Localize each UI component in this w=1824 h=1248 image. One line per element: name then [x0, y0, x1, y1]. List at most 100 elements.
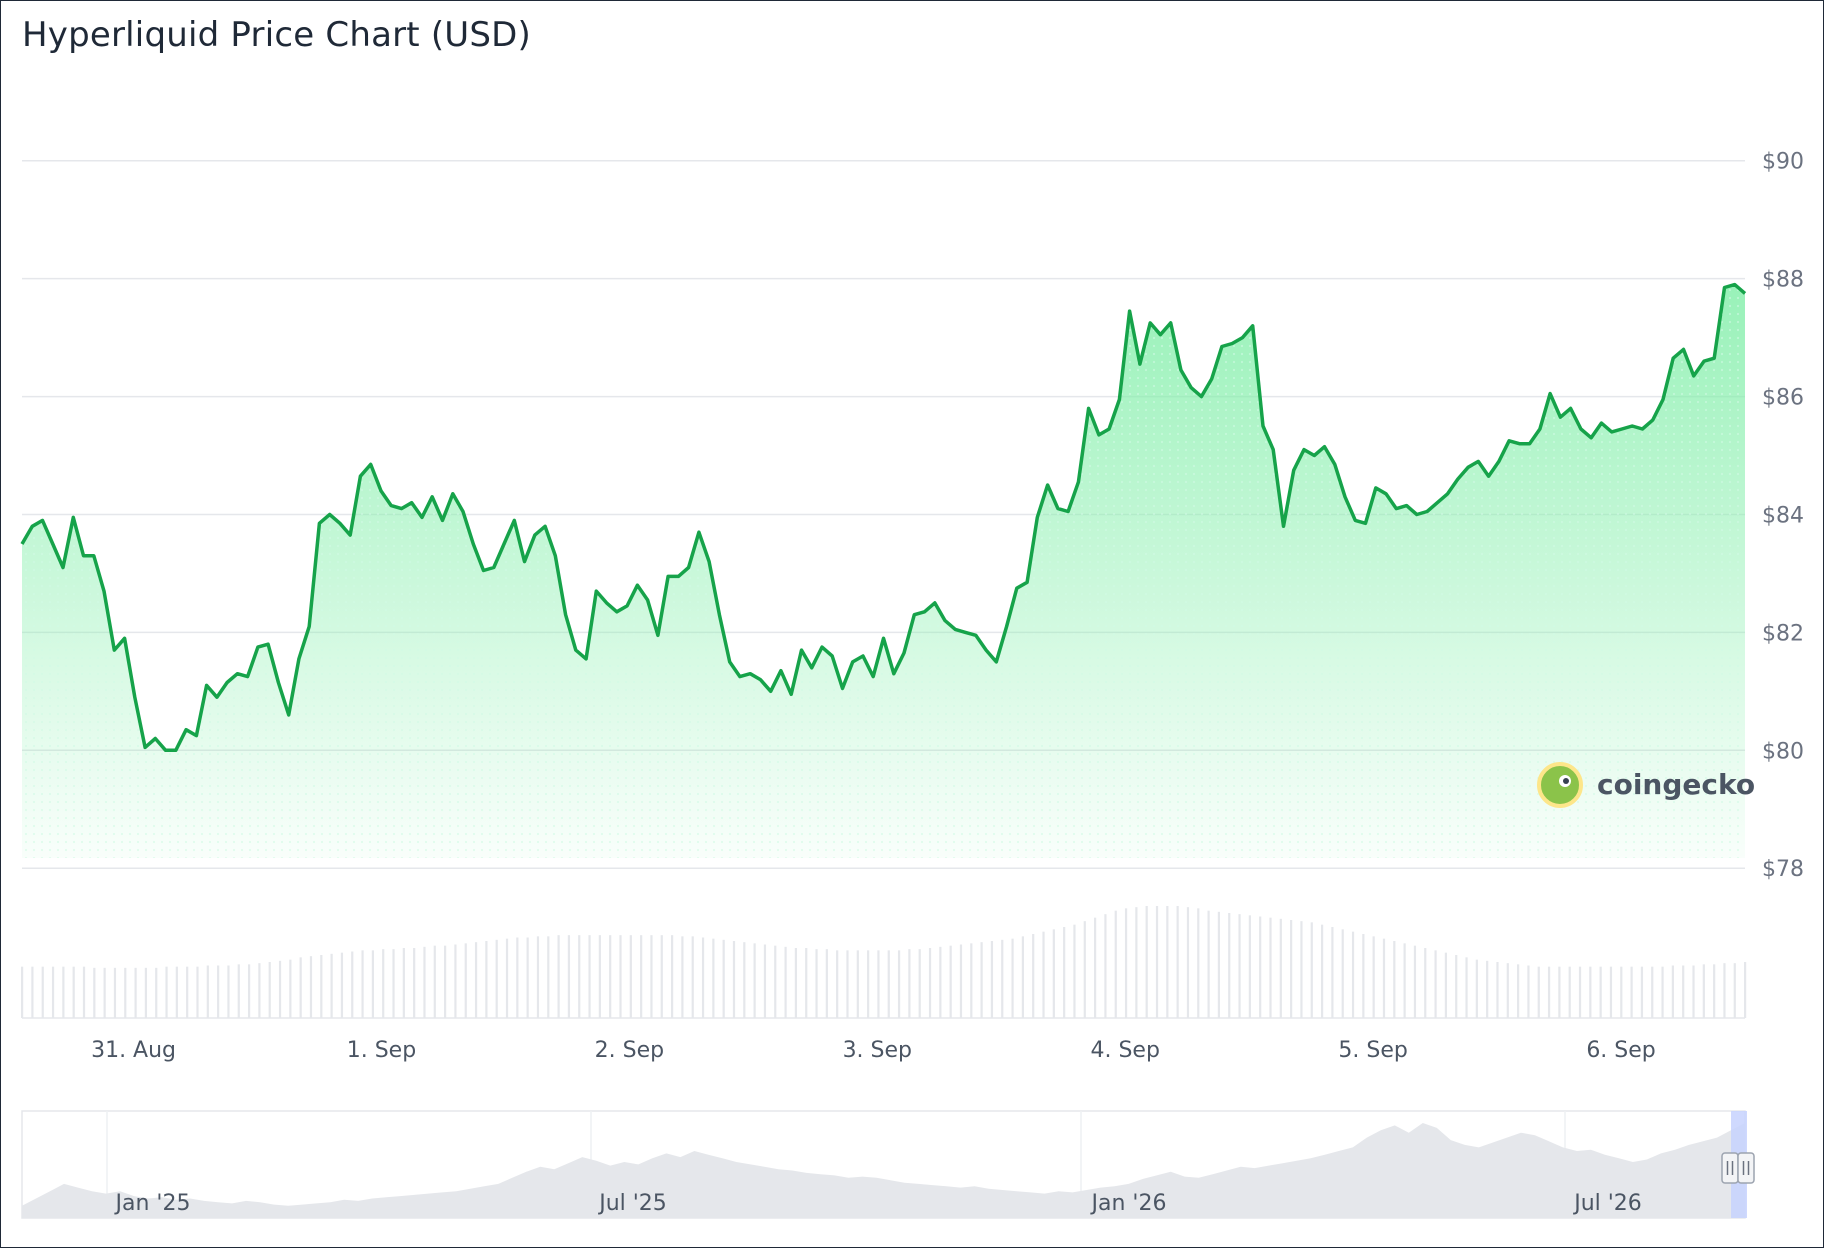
volume-bar	[1228, 913, 1231, 1018]
volume-bar	[609, 935, 612, 1018]
volume-bar	[1403, 943, 1406, 1018]
volume-bar	[1145, 906, 1148, 1018]
volume-bar	[505, 938, 509, 1018]
volume-bar	[1517, 964, 1520, 1018]
volume-bar	[1042, 931, 1045, 1018]
volume-bar	[949, 945, 952, 1018]
x-tick-label: 2. Sep	[595, 1038, 664, 1063]
volume-bar	[1114, 910, 1117, 1018]
volume-bar	[340, 952, 344, 1018]
volume-bar	[1217, 911, 1221, 1018]
volume-bar	[1021, 936, 1024, 1018]
volume-bar	[1465, 957, 1468, 1018]
volume-bar	[413, 948, 416, 1018]
volume-bar	[237, 964, 240, 1018]
volume-bar	[1589, 966, 1592, 1018]
volume-bar	[330, 953, 333, 1018]
volume-bar	[794, 948, 798, 1018]
volume-bar	[485, 941, 488, 1018]
y-tick-label: $78	[1762, 857, 1804, 882]
x-tick-label: 3. Sep	[843, 1038, 912, 1063]
volume-bar	[1640, 966, 1644, 1018]
volume-bar	[268, 962, 271, 1018]
volume-bar	[247, 964, 251, 1018]
volume-bar	[897, 950, 901, 1018]
volume-bar	[144, 967, 148, 1018]
volume-bar	[640, 935, 643, 1018]
volume-bar	[1568, 966, 1571, 1018]
volume-bar	[1300, 921, 1303, 1018]
volume-bar	[124, 967, 127, 1018]
x-tick-label: 4. Sep	[1090, 1038, 1159, 1063]
volume-bar	[392, 949, 395, 1018]
volume-bar	[278, 960, 282, 1018]
volume-bar	[784, 946, 787, 1018]
y-tick-label: $82	[1762, 621, 1804, 646]
volume-bar	[1733, 963, 1736, 1018]
volume-bar	[1609, 966, 1613, 1018]
y-tick-label: $86	[1762, 386, 1804, 411]
volume-bar	[206, 965, 209, 1018]
volume-bar	[495, 939, 498, 1018]
volume-bar	[82, 966, 86, 1018]
volume-bar	[258, 963, 261, 1018]
volume-bar	[1197, 908, 1200, 1018]
volume-bar	[196, 966, 199, 1018]
volume-bar	[186, 966, 189, 1018]
volume-bar	[444, 945, 447, 1018]
x-tick-label: 31. Aug	[91, 1038, 176, 1063]
volume-bar	[1382, 938, 1386, 1018]
volume-bar	[970, 943, 973, 1018]
volume-bar	[980, 942, 983, 1018]
volume-bars	[21, 906, 1747, 1019]
x-tick-label: 1. Sep	[347, 1038, 416, 1063]
volume-bar	[1351, 931, 1355, 1018]
volume-bar	[1682, 965, 1685, 1018]
volume-bar	[227, 965, 230, 1018]
volume-bar	[629, 935, 632, 1018]
volume-bar	[113, 967, 117, 1018]
y-tick-label: $88	[1762, 268, 1804, 293]
volume-bar	[939, 946, 942, 1018]
volume-bar	[1290, 920, 1293, 1018]
volume-bar	[1713, 964, 1716, 1018]
volume-bar	[1702, 964, 1705, 1018]
navigator-right-handle[interactable]	[1737, 1152, 1755, 1184]
volume-bar	[1310, 922, 1313, 1018]
volume-bar	[547, 936, 550, 1018]
price-area-texture	[22, 284, 1745, 859]
volume-bar	[712, 938, 715, 1018]
volume-bar	[619, 935, 622, 1018]
volume-bar	[990, 941, 994, 1018]
volume-bar	[536, 936, 540, 1018]
volume-bar	[1032, 934, 1035, 1018]
volume-bar	[464, 943, 467, 1018]
volume-bar	[1166, 906, 1169, 1018]
volume-bar	[175, 966, 178, 1018]
volume-bar	[959, 944, 963, 1018]
volume-bar	[371, 950, 374, 1018]
price-chart[interactable]: $90 $88 $86 $84 $82 $80 $78 31. Aug 1. Sep 2. Se…	[0, 0, 1824, 1248]
volume-bar	[825, 949, 828, 1018]
y-tick-label: $80	[1762, 739, 1804, 764]
volume-bar	[516, 937, 519, 1018]
volume-bar	[1269, 917, 1272, 1018]
volume-bar	[1671, 965, 1674, 1018]
volume-bar	[320, 955, 323, 1018]
volume-bar	[382, 949, 385, 1018]
volume-bar	[578, 935, 581, 1018]
volume-bar	[908, 949, 911, 1018]
navigator-left-handle[interactable]	[1721, 1152, 1739, 1184]
volume-bar	[1506, 963, 1509, 1018]
volume-bar	[867, 950, 870, 1018]
volume-bar	[650, 935, 653, 1018]
volume-bar	[1248, 915, 1251, 1018]
volume-bar	[701, 937, 705, 1018]
navigator-tick-label: Jan '26	[1090, 1191, 1167, 1216]
volume-bar	[1331, 927, 1334, 1018]
volume-bar	[351, 951, 354, 1018]
volume-bar	[309, 956, 313, 1018]
volume-bar	[1434, 950, 1437, 1018]
time-range-navigator[interactable]: Jan '25 Jul '25 Jan '26 Jul '26	[21, 1110, 1755, 1219]
volume-bar	[103, 967, 106, 1018]
